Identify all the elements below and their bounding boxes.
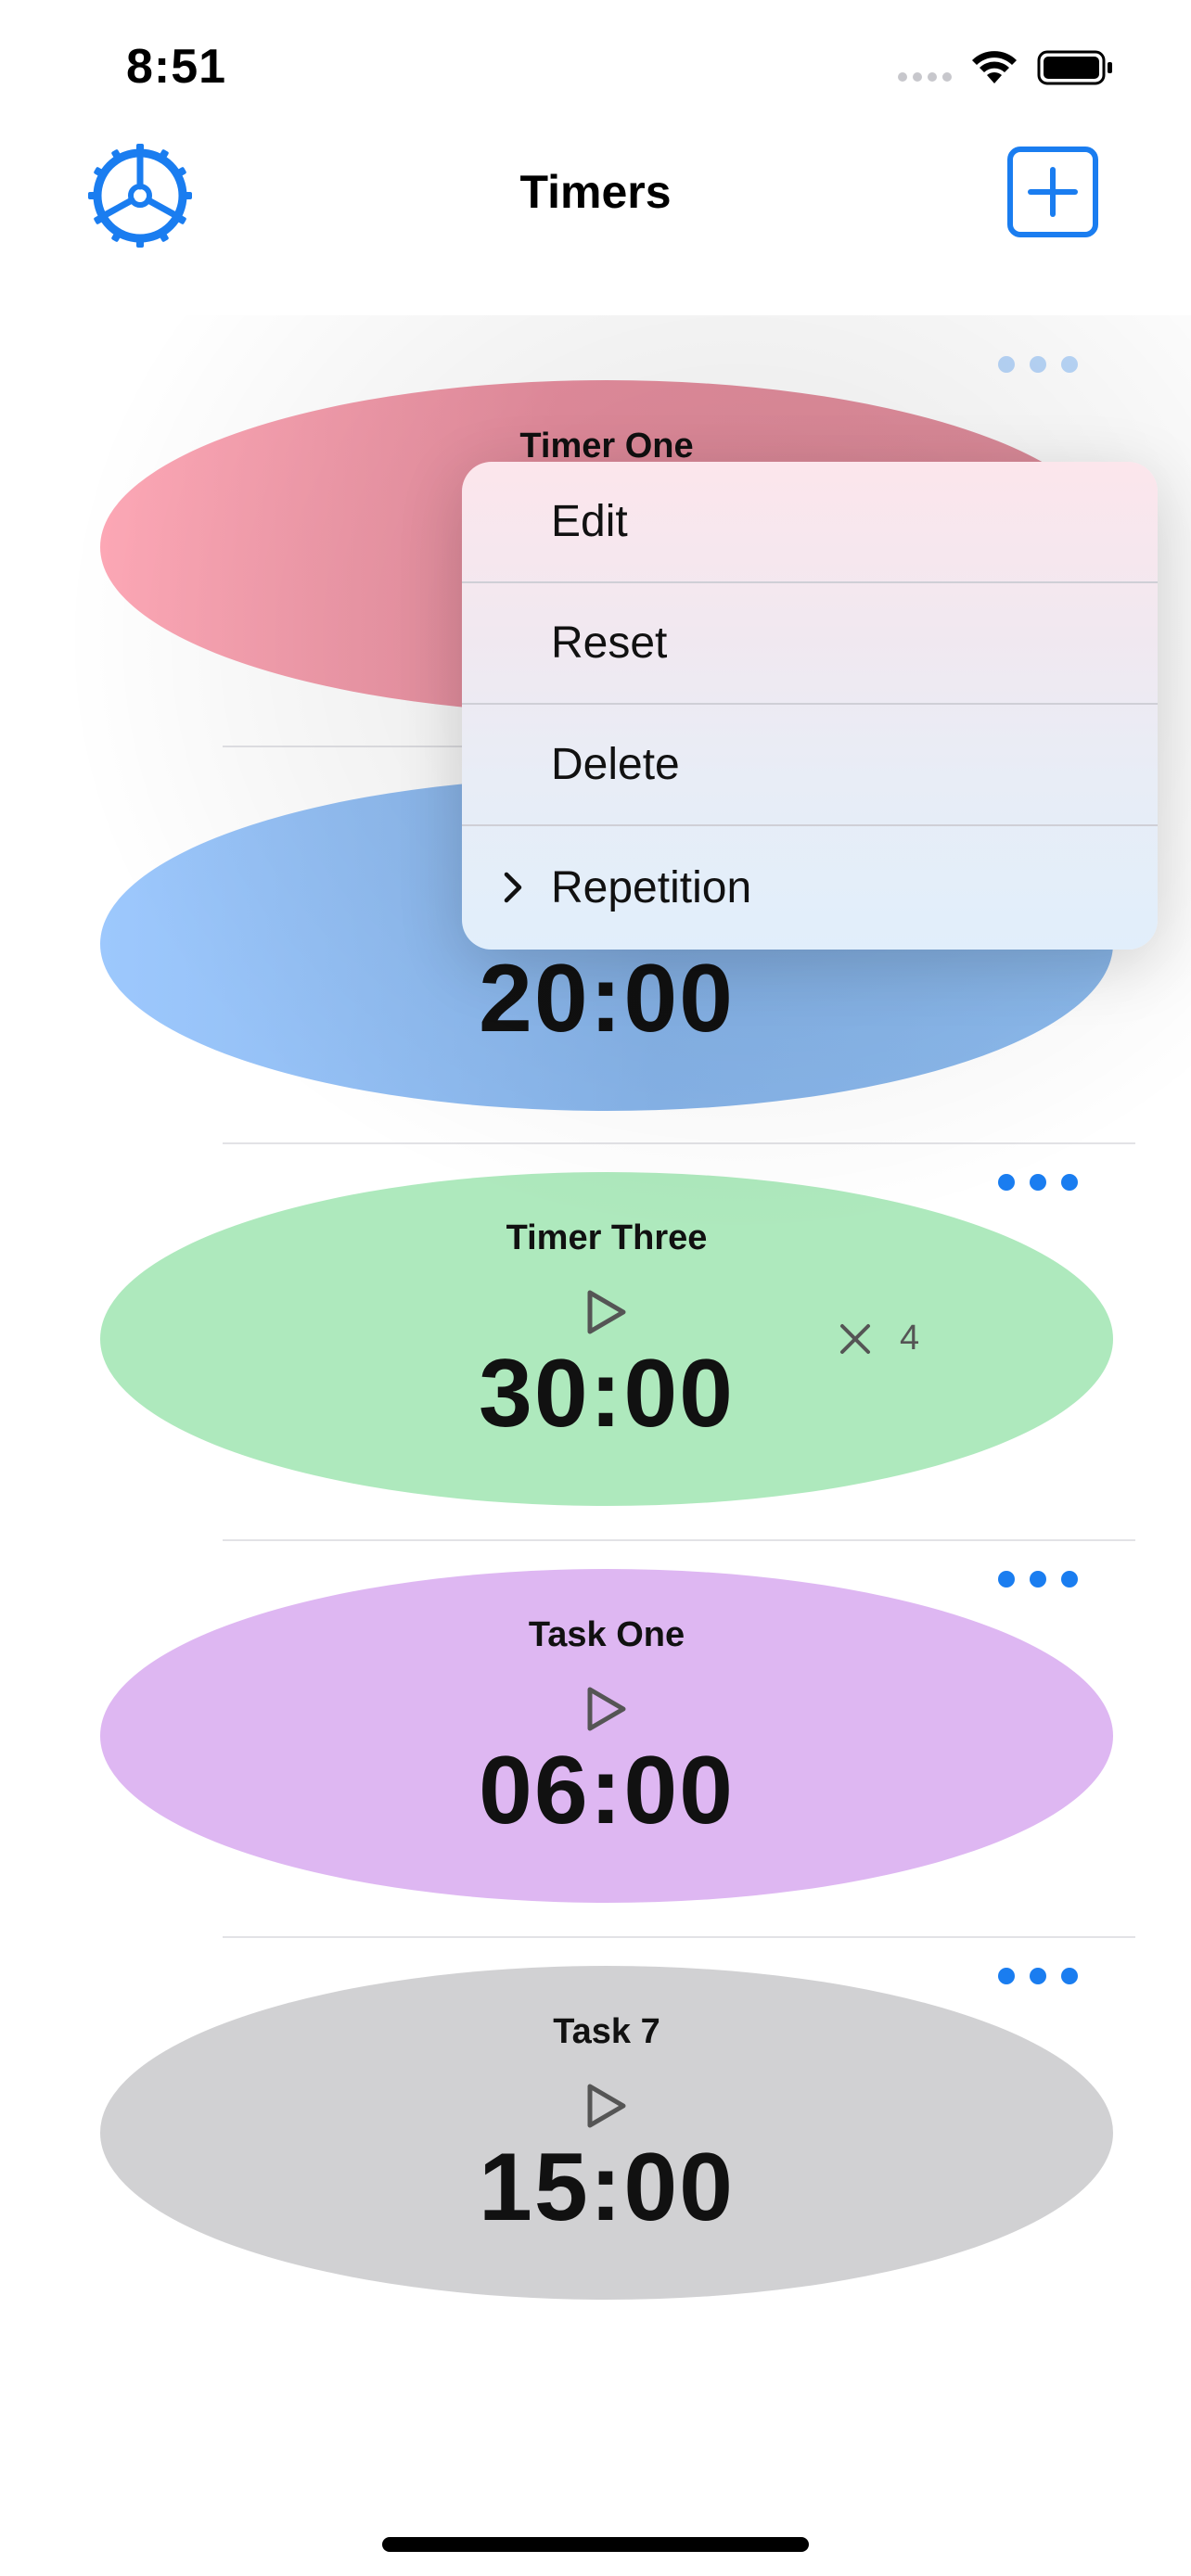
menu-item-label: Repetition [551,863,752,912]
more-dot [1030,1174,1046,1191]
timer-time: 20:00 [479,945,735,1052]
add-timer-button[interactable] [1007,147,1098,237]
plus-icon [1028,167,1078,217]
more-dot [1030,1968,1046,1984]
more-options-button[interactable] [998,351,1078,378]
timer-card[interactable]: Timer Three 4 30:00 [0,1142,1191,1539]
menu-item-label: Delete [551,740,680,789]
timer-name: Task 7 [553,2012,660,2051]
status-bar: 8:51 [0,0,1191,139]
menu-item-edit[interactable]: Edit [462,462,1158,583]
home-indicator[interactable] [382,2537,809,2552]
more-dot [998,1174,1015,1191]
battery-icon [1037,50,1112,85]
timer-time: 30:00 [479,1340,735,1447]
timer-name: Timer One [519,427,694,465]
more-options-button[interactable] [998,1962,1078,1990]
wifi-icon [972,51,1017,83]
menu-item-reset[interactable]: Reset [462,583,1158,705]
more-dot [998,1571,1015,1588]
chevron-right-icon [504,872,522,903]
timer-name: Task One [528,1615,685,1654]
play-icon[interactable] [583,2081,629,2131]
cellular-signal-icon [898,72,952,82]
play-icon[interactable] [583,1684,629,1734]
menu-item-repetition[interactable]: Repetition [462,826,1158,950]
timer-name: Timer Three [506,1218,708,1257]
status-time: 8:51 [126,40,227,94]
more-options-button[interactable] [998,1565,1078,1593]
more-options-button[interactable] [998,1168,1078,1196]
more-dot [998,1968,1015,1984]
more-dot [1061,356,1078,373]
menu-item-label: Reset [551,618,668,668]
menu-item-delete[interactable]: Delete [462,705,1158,826]
menu-item-label: Edit [551,497,628,546]
more-dot [1030,356,1046,373]
more-dot [1061,1968,1078,1984]
timer-time: 15:00 [479,2134,735,2241]
timer-card[interactable]: Task One 06:00 [0,1539,1191,1936]
more-dot [998,356,1015,373]
timer-time: 06:00 [479,1737,735,1844]
play-icon[interactable] [583,1287,629,1337]
more-dot [1061,1571,1078,1588]
more-dot [1061,1174,1078,1191]
timer-card[interactable]: Task 7 15:00 [0,1936,1191,2333]
context-menu: Edit Reset Delete Repetition [462,462,1158,950]
more-dot [1030,1571,1046,1588]
